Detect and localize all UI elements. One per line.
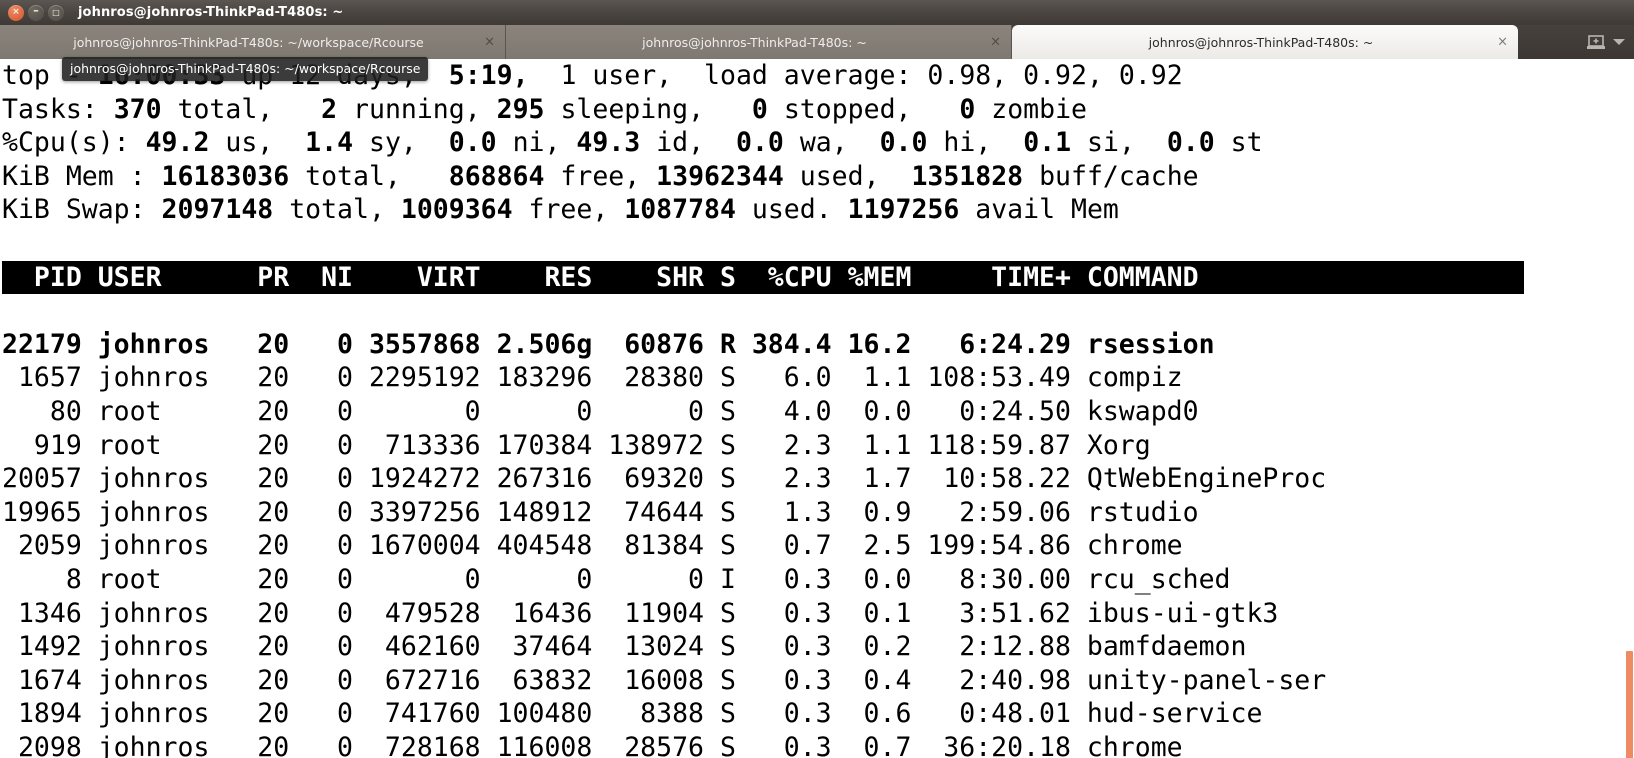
table-row: 8 root 20 0 0 0 0 I 0.3 0.0 8:30.00 rcu_… — [2, 564, 1231, 595]
mem-used-label: used, — [784, 161, 912, 192]
cpu-wa: 0.0 — [736, 127, 784, 158]
mem-total-label: total, — [289, 161, 449, 192]
tasks-running-label: running, — [337, 94, 497, 125]
swap-free-label: free, — [513, 194, 625, 225]
maximize-window-button[interactable]: □ — [48, 5, 64, 21]
tasks-label: Tasks: — [2, 94, 114, 125]
cpu-id: 49.3 — [576, 127, 640, 158]
process-table-rows: 22179 johnros 20 0 3557868 2.506g 60876 … — [2, 329, 1326, 758]
cpu-wa-label: wa, — [784, 127, 880, 158]
swap-label: KiB Swap: — [2, 194, 162, 225]
table-row: 1492 johnros 20 0 462160 37464 13024 S 0… — [2, 631, 1246, 662]
cpu-sy: 1.4 — [305, 127, 353, 158]
top-load-label: load average: — [688, 60, 927, 91]
terminal-tab-1[interactable]: johnros@johnros-ThinkPad-T480s: ~/worksp… — [0, 25, 506, 59]
swap-used-label: used. — [736, 194, 848, 225]
mem-total: 16183036 — [162, 161, 290, 192]
table-row: 919 root 20 0 713336 170384 138972 S 2.3… — [2, 430, 1151, 461]
mem-label: KiB Mem : — [2, 161, 162, 192]
tasks-total: 370 — [114, 94, 162, 125]
maximize-icon: □ — [52, 9, 60, 17]
tasks-stopped: 0 — [752, 94, 768, 125]
close-window-button[interactable]: × — [8, 5, 24, 21]
tasks-zombie-label: zombie — [975, 94, 1087, 125]
cpu-label: %Cpu(s): — [2, 127, 146, 158]
table-row: 19965 johnros 20 0 3397256 148912 74644 … — [2, 497, 1199, 528]
tab-tooltip: johnros@johnros-ThinkPad-T480s: ~/worksp… — [62, 57, 428, 81]
cpu-line: %Cpu(s): 49.2 us, 1.4 sy, 0.0 ni, 49.3 i… — [2, 127, 1263, 158]
terminal-scrollbar-thumb[interactable] — [1626, 651, 1633, 758]
cpu-st: 0.0 — [1167, 127, 1215, 158]
cpu-si: 0.1 — [1023, 127, 1071, 158]
cpu-si-label: si, — [1071, 127, 1167, 158]
minimize-icon: – — [33, 5, 39, 16]
chevron-down-icon[interactable] — [1613, 39, 1625, 45]
cpu-us: 49.2 — [146, 127, 210, 158]
blank-separator — [2, 227, 1634, 261]
cpu-ni-label: ni, — [497, 127, 577, 158]
swap-total: 2097148 — [162, 194, 274, 225]
window-titlebar: × – □ johnros@johnros-ThinkPad-T480s: ~ — [0, 0, 1634, 25]
swap-total-label: total, — [273, 194, 401, 225]
tasks-total-label: total, — [162, 94, 322, 125]
cpu-us-label: us, — [209, 127, 305, 158]
swap-free: 1009364 — [401, 194, 513, 225]
close-icon: × — [12, 8, 20, 17]
cpu-hi-label: hi, — [927, 127, 1023, 158]
table-row: 1657 johnros 20 0 2295192 183296 28380 S… — [2, 362, 1183, 393]
top-uptime-hours: 5:19, — [433, 60, 545, 91]
tasks-sleeping: 295 — [497, 94, 545, 125]
terminal-tab-2[interactable]: johnros@johnros-ThinkPad-T480s: ~ × — [506, 25, 1012, 59]
minimize-window-button[interactable]: – — [28, 5, 44, 21]
swap-used: 1087784 — [624, 194, 736, 225]
top-users: 1 user, — [544, 60, 688, 91]
tasks-zombie: 0 — [959, 94, 975, 125]
swap-avail: 1197256 — [848, 194, 960, 225]
mem-line: KiB Mem : 16183036 total, 868864 free, 1… — [2, 161, 1199, 192]
cpu-st-label: st — [1215, 127, 1263, 158]
table-row: 2098 johnros 20 0 728168 116008 28576 S … — [2, 732, 1183, 758]
table-row: 2059 johnros 20 0 1670004 404548 81384 S… — [2, 530, 1183, 561]
tab-bar: johnros@johnros-ThinkPad-T480s: ~/worksp… — [0, 25, 1634, 59]
window-controls: × – □ — [0, 5, 64, 21]
table-row: 20057 johnros 20 0 1924272 267316 69320 … — [2, 463, 1326, 494]
terminal-output[interactable]: top - 16:00:33 up 12 days, 5:19, 1 user,… — [0, 59, 1634, 758]
table-row: 80 root 20 0 0 0 0 S 4.0 0.0 0:24.50 ksw… — [2, 396, 1199, 427]
tasks-line: Tasks: 370 total, 2 running, 295 sleepin… — [2, 94, 1087, 125]
table-row: 22179 johnros 20 0 3557868 2.506g 60876 … — [2, 329, 1215, 360]
table-row: 1894 johnros 20 0 741760 100480 8388 S 0… — [2, 698, 1262, 729]
cpu-ni: 0.0 — [449, 127, 497, 158]
tab-bar-actions — [1586, 25, 1634, 59]
mem-free-label: free, — [544, 161, 656, 192]
cpu-hi: 0.0 — [880, 127, 928, 158]
swap-line: KiB Swap: 2097148 total, 1009364 free, 1… — [2, 194, 1119, 225]
process-table-header: PID USER PR NI VIRT RES SHR S %CPU %MEM … — [2, 261, 1524, 295]
cpu-id-label: id, — [640, 127, 736, 158]
table-row: 1346 johnros 20 0 479528 16436 11904 S 0… — [2, 598, 1278, 629]
terminal-tab-3-label: johnros@johnros-ThinkPad-T480s: ~ — [1012, 35, 1518, 50]
window-title: johnros@johnros-ThinkPad-T480s: ~ — [78, 5, 343, 20]
tasks-sleeping-label: sleeping, — [545, 94, 752, 125]
tasks-stopped-label: stopped, — [768, 94, 959, 125]
mem-free: 868864 — [449, 161, 545, 192]
top-load-values: 0.98, 0.92, 0.92 — [927, 60, 1182, 91]
tasks-running: 2 — [321, 94, 337, 125]
terminal-tab-3[interactable]: johnros@johnros-ThinkPad-T480s: ~ × — [1012, 25, 1518, 59]
mem-buff: 1351828 — [911, 161, 1023, 192]
terminal-window: × – □ johnros@johnros-ThinkPad-T480s: ~ … — [0, 0, 1634, 758]
table-row: 1674 johnros 20 0 672716 63832 16008 S 0… — [2, 665, 1326, 696]
terminal-tab-1-label: johnros@johnros-ThinkPad-T480s: ~/worksp… — [0, 35, 505, 50]
new-tab-icon[interactable] — [1586, 33, 1606, 51]
terminal-tab-2-label: johnros@johnros-ThinkPad-T480s: ~ — [506, 35, 1011, 50]
terminal-scrollbar-track[interactable] — [1626, 59, 1634, 758]
mem-buff-label: buff/cache — [1023, 161, 1199, 192]
terminal-tab-1-close-icon[interactable]: × — [484, 36, 495, 49]
cpu-sy-label: sy, — [353, 127, 449, 158]
mem-used: 13962344 — [656, 161, 784, 192]
swap-avail-label: avail Mem — [959, 194, 1119, 225]
terminal-tab-2-close-icon[interactable]: × — [990, 36, 1001, 49]
terminal-tab-3-close-icon[interactable]: × — [1497, 36, 1508, 49]
